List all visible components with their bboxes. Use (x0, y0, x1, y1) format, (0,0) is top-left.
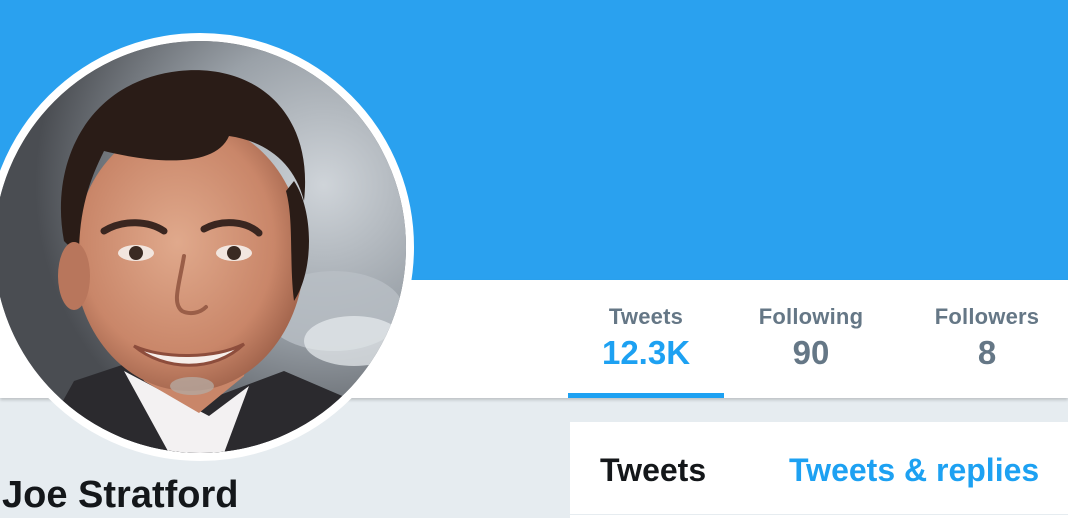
stat-followers-label: Followers (934, 304, 1040, 329)
stat-followers-value: 8 (977, 334, 997, 371)
stat-following[interactable]: Following 90 (734, 304, 888, 398)
profile-photo (0, 41, 406, 453)
stat-following-label: Following (758, 304, 864, 329)
tab-tweets[interactable]: Tweets (600, 452, 706, 489)
stat-tweets[interactable]: Tweets 12.3K (568, 304, 724, 398)
profile-name: Joe Stratford (2, 474, 239, 516)
profile-avatar[interactable] (0, 33, 414, 461)
stat-following-value: 90 (792, 334, 830, 371)
timeline-tabs: Tweets Tweets & replies (570, 422, 1068, 515)
tab-tweets-and-replies[interactable]: Tweets & replies (789, 452, 1039, 489)
stat-followers[interactable]: Followers 8 (908, 304, 1066, 398)
timeline-panel: Tweets Tweets & replies (570, 422, 1068, 518)
stat-tweets-label: Tweets (608, 304, 684, 329)
stat-tweets-value: 12.3K (601, 334, 691, 371)
